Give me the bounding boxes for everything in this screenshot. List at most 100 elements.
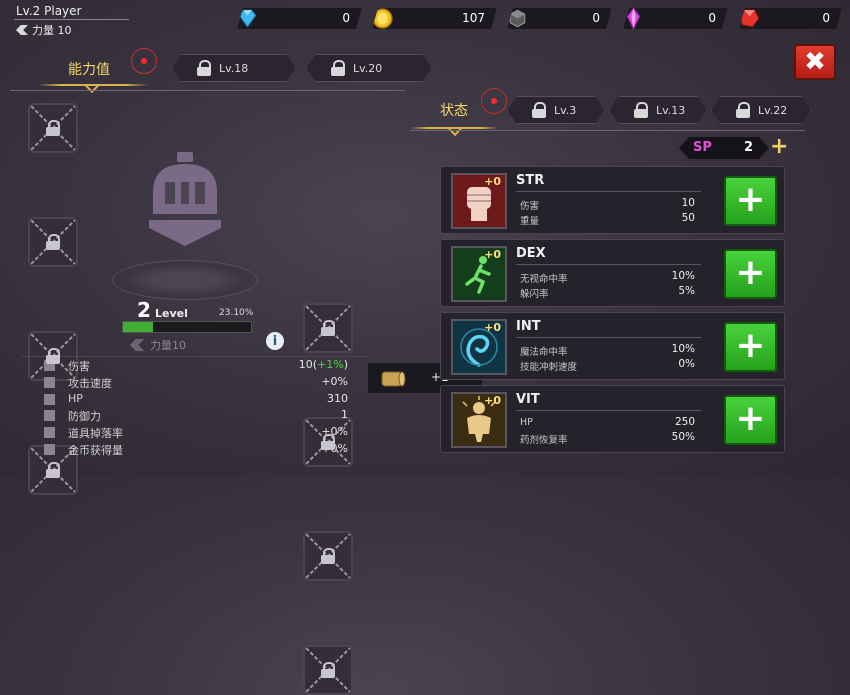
equip-slot-locked[interactable] <box>303 645 353 695</box>
heart-icon <box>44 393 55 405</box>
stat-label: 攻击速度 <box>68 376 112 390</box>
equip-slot-locked[interactable] <box>303 531 353 581</box>
attribute-card-str: +0 STR 伤害 10 重量 50 + <box>440 166 785 234</box>
tab-locked-label: Lv.3 <box>554 103 577 117</box>
stat-row: HP 310 <box>22 391 367 408</box>
notification-dot <box>481 88 507 114</box>
scroll-icon <box>381 371 406 387</box>
attribute-bonus: +0 <box>484 175 501 188</box>
attribute-bonus: +0 <box>484 248 501 261</box>
currency-diamond[interactable]: 0 <box>237 8 362 29</box>
currency-red-gem[interactable]: 0 <box>739 8 842 29</box>
lock-icon <box>46 462 60 478</box>
attribute-row-value: 10% <box>671 270 695 282</box>
info-icon[interactable]: i <box>266 332 284 350</box>
tab-locked-lv18[interactable]: Lv.18 <box>172 54 296 82</box>
attribute-row-label: 无视命中率 <box>520 274 568 285</box>
ore-value: 0 <box>592 11 600 25</box>
attribute-row-value: 0% <box>678 358 695 370</box>
attribute-icon-frame: +0 <box>451 246 507 302</box>
ore-icon <box>505 6 530 31</box>
stat-label: 防御力 <box>68 410 101 424</box>
lock-icon <box>736 102 750 118</box>
attribute-bonus: +0 <box>484 394 501 407</box>
stats-list: 伤害 10(+1%) 攻击速度 +0% HP 310 防御力 1 道具掉落率 +0% 金币… <box>22 356 367 458</box>
attribute-bonus: +0 <box>484 321 501 334</box>
stat-row: 攻击速度 +0% <box>22 374 367 391</box>
character-level-label: Level <box>155 307 188 320</box>
lock-icon <box>197 60 211 76</box>
attribute-row-value: 10% <box>671 343 695 355</box>
tab-locked-lv3[interactable]: Lv.3 <box>507 96 605 124</box>
stat-row: 伤害 10(+1%) <box>22 357 367 374</box>
add-vit-button[interactable]: + <box>724 395 777 445</box>
attribute-row-label: 药剂恢复率 <box>520 435 568 446</box>
exp-bar <box>122 321 252 333</box>
currency-gold[interactable]: 107 <box>372 8 497 29</box>
tab-locked-label: Lv.18 <box>219 61 249 75</box>
close-button[interactable]: ✖ <box>794 44 836 80</box>
character-power: 力量10 <box>130 337 186 353</box>
tab-locked-lv20[interactable]: Lv.20 <box>306 54 432 82</box>
helmet-icon <box>149 152 221 246</box>
attribute-name: STR <box>516 173 545 188</box>
diamond-icon <box>235 6 260 31</box>
add-int-button[interactable]: + <box>724 322 777 372</box>
exp-bar-fill <box>123 322 153 332</box>
sp-counter: SP 2 <box>679 137 769 159</box>
character-pedestal <box>112 260 258 300</box>
red-gem-icon <box>737 6 762 31</box>
attribute-row-value: 5% <box>678 285 695 297</box>
sp-label: SP <box>693 140 712 155</box>
stat-row: 道具掉落率 +0% <box>22 424 367 441</box>
gold-coin-icon <box>370 6 395 31</box>
add-dex-button[interactable]: + <box>724 249 777 299</box>
diamond-value: 0 <box>342 11 350 25</box>
tab-locked-lv13[interactable]: Lv.13 <box>609 96 707 124</box>
add-sp-button[interactable]: + <box>770 134 788 159</box>
plus-icon: + <box>735 178 766 220</box>
attribute-row-label: 技能冲刺速度 <box>520 362 578 373</box>
player-divider <box>14 19 129 20</box>
attribute-card-dex: +0 DEX 无视命中率 10% 躲闪率 5% + <box>440 239 785 307</box>
attribute-row-label: HP <box>520 417 533 428</box>
attribute-row-label: 魔法命中率 <box>520 347 568 358</box>
divider <box>410 130 805 131</box>
lock-icon <box>321 320 335 336</box>
tab-chevron-icon <box>447 121 463 137</box>
plus-icon: + <box>735 324 766 366</box>
currency-ore[interactable]: 0 <box>507 8 612 29</box>
plus-icon: + <box>735 251 766 293</box>
equip-slot-locked[interactable] <box>303 303 353 353</box>
tab-ability[interactable]: 能力值 <box>68 59 110 79</box>
red-gem-value: 0 <box>822 11 830 25</box>
lock-icon <box>331 60 345 76</box>
gold-value: 107 <box>462 11 485 25</box>
attack-speed-icon <box>44 376 55 388</box>
attribute-icon-frame: +0 <box>451 173 507 229</box>
add-str-button[interactable]: + <box>724 176 777 226</box>
lock-icon <box>321 434 335 450</box>
equip-slot-locked[interactable] <box>28 103 78 153</box>
equip-slot-locked[interactable] <box>28 217 78 267</box>
character-level: 2 <box>137 298 151 322</box>
tab-status[interactable]: 状态 <box>440 100 468 120</box>
stat-value: 1 <box>341 408 348 422</box>
lock-icon <box>634 102 648 118</box>
attribute-row-value: 250 <box>674 416 695 428</box>
close-icon: ✖ <box>804 47 826 77</box>
character-power-label: 力量10 <box>150 339 186 352</box>
attribute-icon-frame: +0 <box>451 392 507 448</box>
attribute-card-vit: +0 VIT HP 250 药剂恢复率 50% + <box>440 385 785 453</box>
tab-locked-label: Lv.13 <box>656 103 686 117</box>
stat-row: 防御力 1 <box>22 407 367 424</box>
lock-icon <box>321 548 335 564</box>
stat-row: 金币获得量 +0% <box>22 441 367 458</box>
tab-locked-lv22[interactable]: Lv.22 <box>711 96 811 124</box>
plus-icon: + <box>735 397 766 439</box>
currency-purple-crystal[interactable]: 0 <box>623 8 728 29</box>
stat-value: 310 <box>327 391 348 405</box>
power-icon <box>16 25 28 35</box>
exp-percent: 23.10% <box>219 308 254 318</box>
purple-crystal-icon <box>621 6 646 31</box>
